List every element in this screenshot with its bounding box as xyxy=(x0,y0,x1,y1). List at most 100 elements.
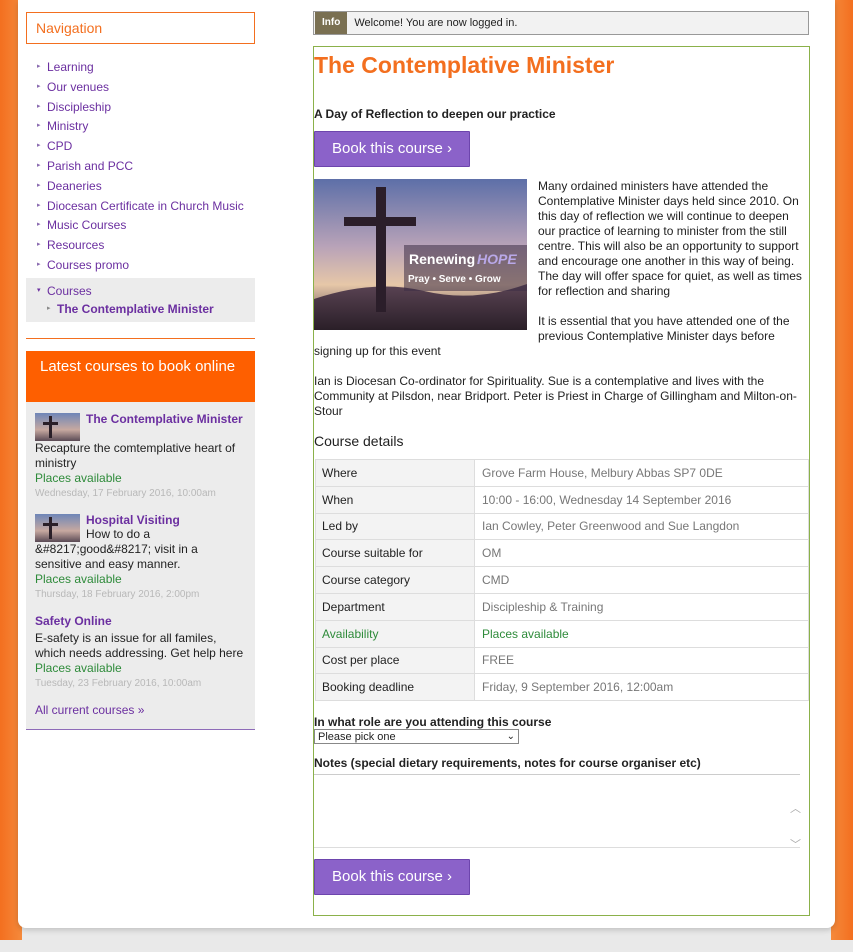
cross-mosaic-image: Renewing HOPE Pray • Serve • Grow xyxy=(314,179,527,330)
latest-course-title-link[interactable]: Safety Online xyxy=(35,614,247,628)
bullet-icon: ▸ xyxy=(37,142,41,150)
detail-value: OM xyxy=(474,539,809,568)
nav-item-label: Discipleship xyxy=(47,99,112,114)
notes-question-label: Notes (special dietary requirements, not… xyxy=(314,756,701,771)
nav-item-deaneries[interactable]: ▸ Deaneries xyxy=(37,179,255,193)
nav-item-courses[interactable]: ▾ Courses xyxy=(37,284,255,298)
navigation-heading: Navigation xyxy=(26,12,255,44)
nav-item-label: Ministry xyxy=(47,119,89,134)
login-notice-message: Welcome! You are now logged in. xyxy=(354,17,518,29)
book-course-button-top[interactable]: Book this course › xyxy=(314,131,471,167)
bullet-icon: ▸ xyxy=(37,82,41,90)
latest-course-availability: Places available xyxy=(35,660,122,675)
nav-item-diocesan-certificate[interactable]: ▸ Diocesan Certificate in Church Music xyxy=(37,199,255,213)
nav-item-parish-and-pcc[interactable]: ▸ Parish and PCC xyxy=(37,159,255,173)
nav-item-resources[interactable]: ▸ Resources xyxy=(37,238,255,252)
course-thumbnail-image xyxy=(35,513,80,542)
nav-item-label: Parish and PCC xyxy=(47,158,134,173)
table-row: Department Discipleship & Training xyxy=(315,592,809,621)
scroll-down-icon[interactable]: ﹀ xyxy=(790,836,801,905)
table-row: Led by Ian Cowley, Peter Greenwood and Su… xyxy=(315,512,809,541)
nav-item-label: Learning xyxy=(47,60,94,74)
nav-item-label: CPD xyxy=(47,139,73,154)
chevron-down-icon: ⌄ xyxy=(506,731,515,743)
bullet-icon: ▸ xyxy=(37,241,41,249)
bullet-icon: ▸ xyxy=(37,201,41,209)
all-courses-link[interactable]: All current courses » xyxy=(35,703,247,717)
latest-course-description: Recapture the comtemplative heart of min… xyxy=(35,440,236,470)
latest-course-description: E-safety is an issue for all familes, wh… xyxy=(35,630,244,660)
role-select[interactable]: Please pick one ⌄ xyxy=(314,729,519,745)
detail-label: Led by xyxy=(315,512,475,541)
detail-label: Where xyxy=(315,459,475,487)
nav-item-our-venues[interactable]: ▸ Our venues xyxy=(37,80,255,94)
detail-value: Friday, 9 September 2016, 12:00am xyxy=(474,673,809,702)
table-row: Booking deadline Friday, 9 September 2016… xyxy=(315,673,809,702)
nav-item-courses-promo[interactable]: ▸ Courses promo xyxy=(37,258,255,272)
nav-item-ministry[interactable]: ▸ Ministry xyxy=(37,119,255,133)
detail-label: Booking deadline xyxy=(315,673,475,702)
course-thumbnail-image xyxy=(35,412,80,441)
notes-textarea[interactable] xyxy=(314,774,800,849)
book-course-button-bottom[interactable]: Book this course › xyxy=(314,859,471,896)
detail-label: Availability xyxy=(315,619,475,648)
latest-course-availability: Places available xyxy=(35,571,122,586)
login-notice-bar: Info Welcome! You are now logged in. xyxy=(313,11,809,35)
latest-courses-list: The Contemplative Minister Recapture the… xyxy=(26,401,255,730)
course-subtitle: A Day of Reflection to deepen our practi… xyxy=(314,107,556,121)
nav-item-learning[interactable]: ▸ Learning xyxy=(37,60,255,74)
latest-course-date: Thursday, 18 February 2016, 2:00pm xyxy=(35,588,200,600)
bullet-icon: ▸ xyxy=(37,221,41,229)
nav-current-section: ▾ Courses ▸ The Contemplative Minister xyxy=(26,277,255,322)
bullet-icon: ▸ xyxy=(37,63,41,70)
detail-value: Places available xyxy=(474,619,809,648)
latest-course-date: Tuesday, 23 February 2016, 10:00am xyxy=(35,677,202,689)
sidebar-divider xyxy=(26,337,255,339)
sidebar: Navigation ▸ Learning ▸ Our venues ▸ Discip… xyxy=(26,12,255,730)
nav-item-label: Courses promo xyxy=(47,257,130,272)
expanded-bullet-icon: ▾ xyxy=(37,286,41,294)
nav-subitem-contemplative-minister[interactable]: ▸ The Contemplative Minister xyxy=(37,302,255,316)
nav-item-label: Our venues xyxy=(47,79,110,94)
latest-course-item: The Contemplative Minister Recapture the… xyxy=(35,412,247,501)
course-details-table: Where Grove Farm House, Melbury Abbas SP7… xyxy=(315,459,809,702)
role-select-value: Please pick one xyxy=(318,730,396,743)
course-title: The Contemplative Minister xyxy=(314,52,615,78)
nav-item-discipleship[interactable]: ▸ Discipleship xyxy=(37,100,255,114)
nav-item-label: The Contemplative Minister xyxy=(57,301,214,316)
nav-item-label: Deaneries xyxy=(47,178,102,193)
nav-item-label: Music Courses xyxy=(47,218,127,233)
nav-item-music-courses[interactable]: ▸ Music Courses xyxy=(37,218,255,232)
detail-label: Cost per place xyxy=(315,646,475,675)
detail-label: Course category xyxy=(315,566,475,594)
latest-courses-heading: Latest courses to book online xyxy=(26,350,255,402)
nav-item-label: Diocesan Certificate in Church Music xyxy=(47,198,244,213)
detail-value: CMD xyxy=(474,566,809,594)
detail-value: 10:00 - 16:00, Wednesday 14 September 20… xyxy=(474,485,809,514)
course-intro-section: Renewing HOPE Pray • Serve • Grow Many o… xyxy=(314,179,809,359)
table-row: Course suitable for OM xyxy=(315,539,809,568)
role-question-label: In what role are you attending this cour… xyxy=(314,715,552,730)
bullet-icon: ▸ xyxy=(37,102,41,110)
table-row: Where Grove Farm House, Melbury Abbas SP7… xyxy=(315,459,809,487)
latest-course-item: Hospital Visiting How to do a &#8217;goo… xyxy=(35,513,247,602)
nav-item-cpd[interactable]: ▸ CPD xyxy=(37,139,255,153)
table-row: Cost per place FREE xyxy=(315,646,809,675)
course-details-heading: Course details xyxy=(314,433,404,449)
nav-item-label: Resources xyxy=(47,238,105,253)
course-leaders-bio: Ian is Diocesan Co-ordinator for Spiritu… xyxy=(314,374,797,418)
bullet-icon: ▸ xyxy=(37,260,41,268)
detail-label: Department xyxy=(315,592,475,621)
course-content: The Contemplative Minister A Day of Refl… xyxy=(313,46,810,916)
detail-value: Discipleship & Training xyxy=(474,592,809,621)
detail-value: FREE xyxy=(474,646,809,675)
table-row: Availability Places available xyxy=(315,619,809,648)
table-row: When 10:00 - 16:00, Wednesday 14 Septembe… xyxy=(315,485,809,514)
renewing-hope-image: Renewing HOPE Pray • Serve • Grow xyxy=(314,179,527,330)
scroll-up-icon[interactable]: ︿ xyxy=(790,800,801,816)
bullet-icon: ▸ xyxy=(37,161,41,169)
nav-item-label: Courses xyxy=(47,283,92,298)
detail-label: Course suitable for xyxy=(315,539,475,568)
image-caption-renewing: Renewing xyxy=(409,251,475,267)
bullet-icon: ▸ xyxy=(37,181,41,189)
